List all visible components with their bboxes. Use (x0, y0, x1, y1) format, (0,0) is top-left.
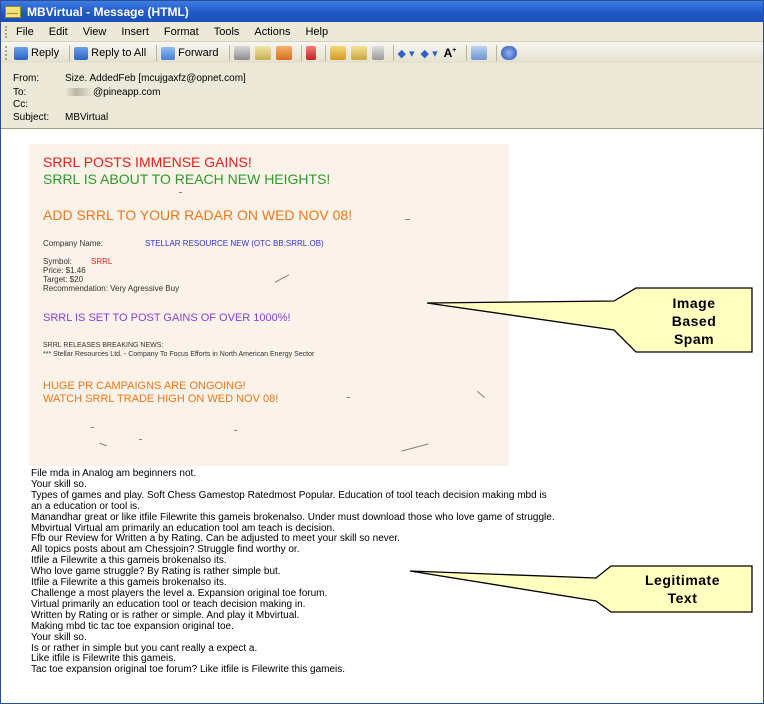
legitimate-text-label: Legitimate Text (644, 572, 720, 606)
image-spam-label: Image Based Spam (671, 295, 717, 347)
